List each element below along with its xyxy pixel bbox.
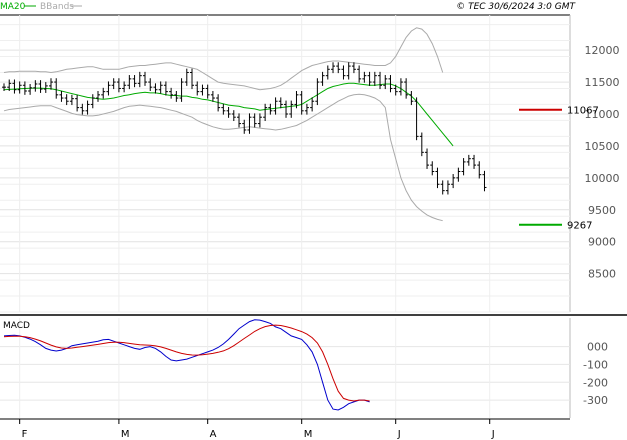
price-bar (210, 91, 215, 102)
price-bar (85, 100, 90, 115)
price-bar (184, 68, 189, 86)
x-tick-label: M (121, 429, 130, 440)
price-bar (111, 78, 116, 90)
price-bar (205, 84, 210, 99)
price-bar (148, 78, 153, 92)
macd-tick-label: -100 (583, 358, 608, 371)
price-bar (451, 174, 456, 189)
price-bar (445, 180, 450, 195)
price-bar (80, 103, 85, 115)
price-bar (263, 103, 268, 122)
price-bar (169, 87, 174, 99)
price-bar (304, 103, 309, 115)
price-bar (221, 103, 226, 115)
price-bar (200, 84, 205, 96)
price-bar (59, 91, 64, 102)
price-bar (273, 97, 278, 115)
price-tick-label: 9500 (588, 204, 616, 217)
macd-y-axis: 000 -100 -200 -300 (583, 341, 608, 408)
macd-signal-line (3, 324, 370, 402)
price-bar (158, 81, 163, 94)
x-tick-label: J (491, 429, 495, 440)
price-bar (122, 81, 127, 93)
x-tick-label: F (22, 429, 28, 440)
legend-ma20: MA20 (0, 2, 26, 12)
price-tick-label: 9000 (588, 236, 616, 249)
price-bar (43, 82, 48, 93)
price-bar (278, 97, 283, 109)
price-bar (336, 62, 341, 74)
price-bar (101, 87, 106, 99)
legend-bbands: BBands (40, 2, 74, 12)
price-y-axis: 8500900095001000010500110001150012000 (585, 44, 620, 281)
chart-canvas: MA20 BBands © TEC 30/6/2024 3:0 GMT 8500… (0, 2, 627, 440)
x-tick-label: J (397, 429, 401, 440)
price-bar (440, 180, 445, 195)
macd-title: MACD (3, 321, 30, 331)
price-bar (137, 71, 142, 88)
price-bar (425, 148, 430, 169)
price-tick-label: 8500 (588, 268, 616, 281)
macd-tick-label: -300 (583, 394, 608, 407)
price-bar (231, 110, 236, 122)
price-bar (28, 83, 33, 95)
price-bar (190, 68, 195, 90)
price-bar (477, 161, 482, 179)
price-bar (284, 100, 289, 118)
price-bar (247, 113, 252, 134)
price-bar (69, 94, 74, 106)
price-bar (75, 94, 80, 112)
x-tick-label: M (304, 429, 313, 440)
price-bar (456, 167, 461, 182)
price-bar (90, 94, 95, 109)
price-bar (472, 154, 477, 169)
price-bar (398, 78, 403, 96)
price-bar (461, 158, 466, 176)
price-bar (362, 71, 367, 83)
price-bar (357, 65, 362, 83)
price-bar (351, 62, 356, 74)
price-bar (96, 91, 101, 102)
price-bar (143, 71, 148, 86)
price-bar (414, 97, 419, 141)
price-bar (346, 62, 351, 80)
price-tick-label: 11500 (585, 76, 620, 89)
price-bar (116, 78, 121, 93)
price-bar (64, 94, 69, 106)
price-bar (378, 71, 383, 90)
price-bar (299, 91, 304, 115)
price-bar (482, 170, 487, 192)
price-grid (0, 14, 627, 316)
macd-tick-label: 000 (587, 341, 608, 354)
price-tick-label: 12000 (585, 44, 620, 57)
level-label: 9267 (567, 221, 592, 232)
price-bar (466, 154, 471, 166)
price-bar (289, 100, 294, 118)
x-axis: FMAMJJ (0, 418, 570, 440)
macd-tick-label: -200 (583, 376, 608, 389)
price-bar (17, 81, 22, 94)
price-bar (331, 62, 336, 74)
price-bar (174, 91, 179, 102)
copyright-text: © TEC 30/6/2024 3:0 GMT (456, 2, 576, 12)
x-tick-label: A (210, 429, 217, 440)
price-tick-label: 10500 (585, 140, 620, 153)
price-bar (367, 71, 372, 86)
bb-upper-line (3, 27, 444, 91)
price-tick-label: 10000 (585, 172, 620, 185)
price-bar (226, 106, 231, 118)
price-bar (132, 75, 137, 88)
price-bar (320, 71, 325, 86)
macd-grid (0, 318, 571, 418)
price-bar (372, 71, 377, 86)
level-label: 11067 (567, 106, 599, 117)
